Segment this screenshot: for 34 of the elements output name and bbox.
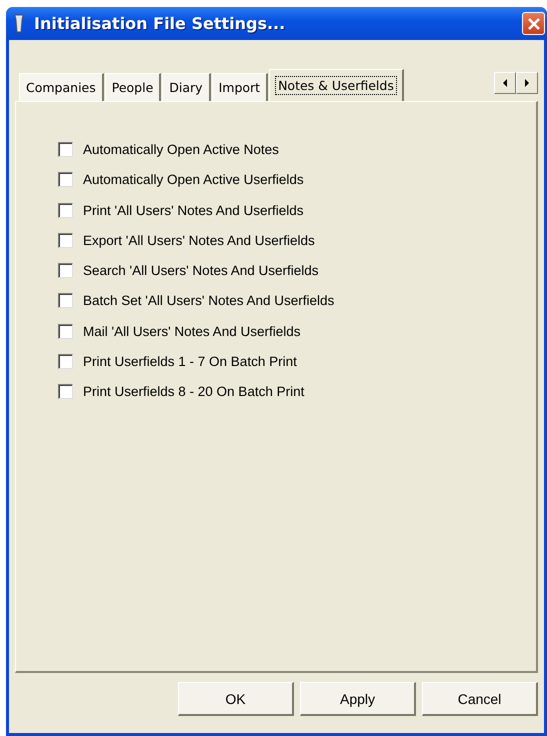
checkbox[interactable] (58, 172, 73, 188)
checkbox-label[interactable]: Batch Set 'All Users' Notes And Userfields (83, 293, 334, 308)
checkbox[interactable] (58, 142, 73, 157)
checkbox[interactable] (58, 293, 73, 308)
scroll-left-button[interactable] (494, 72, 516, 94)
scroll-right-button[interactable] (516, 72, 538, 94)
checkbox[interactable] (58, 202, 73, 218)
dialog-button[interactable]: Apply (300, 682, 416, 716)
checkbox[interactable] (58, 324, 73, 339)
checkbox-label[interactable]: Automatically Open Active Userfields (83, 172, 304, 188)
checkbox[interactable] (58, 263, 73, 278)
tab[interactable]: Diary (162, 73, 211, 101)
checkbox-label[interactable]: Print 'All Users' Notes And Userfields (83, 202, 304, 218)
dialog-button[interactable]: Cancel (422, 682, 538, 716)
dialog-button[interactable]: OK (178, 682, 294, 716)
window-title: Initialisation File Settings... (34, 14, 286, 33)
checkbox[interactable] (58, 232, 73, 248)
checkbox-label[interactable]: Mail 'All Users' Notes And Userfields (83, 324, 300, 339)
checkbox[interactable] (58, 384, 73, 400)
close-button[interactable] (522, 12, 545, 35)
tab[interactable]: Notes & Userfields (269, 69, 404, 101)
tab[interactable]: Companies (19, 73, 104, 101)
checkbox[interactable] (58, 354, 73, 370)
checkbox-label[interactable]: Print Userfields 8 - 20 On Batch Print (83, 384, 304, 400)
checkbox-label[interactable]: Automatically Open Active Notes (83, 142, 279, 157)
left-arrow-icon (502, 78, 508, 86)
checkbox-label[interactable]: Search 'All Users' Notes And Userfields (83, 263, 318, 278)
app-icon (12, 14, 26, 34)
checkbox-label[interactable]: Print Userfields 1 - 7 On Batch Print (83, 354, 297, 370)
tab[interactable]: People (104, 73, 162, 101)
close-icon (526, 16, 542, 32)
tab[interactable]: Import (212, 73, 268, 101)
right-arrow-icon (524, 78, 530, 86)
checkbox-label[interactable]: Export 'All Users' Notes And Userfields (83, 232, 315, 248)
